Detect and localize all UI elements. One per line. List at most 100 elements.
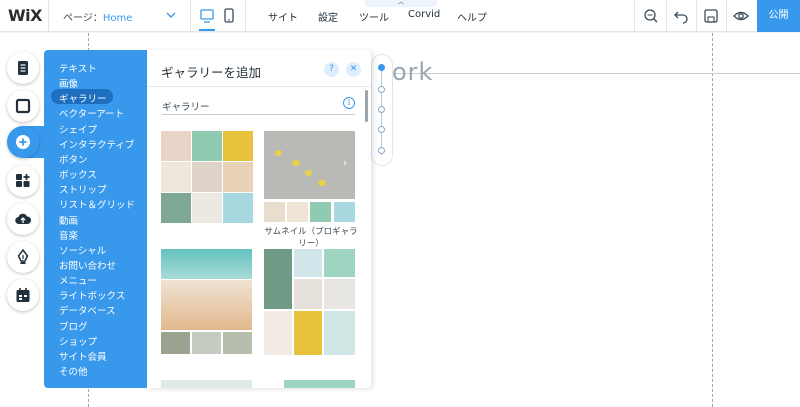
category-item[interactable]: 音楽 bbox=[59, 228, 78, 242]
category-item[interactable]: お問い合わせ bbox=[59, 258, 116, 272]
gallery-thumb bbox=[294, 311, 322, 355]
gallery-thumb bbox=[192, 131, 222, 161]
gallery-thumb bbox=[223, 131, 253, 161]
gallery-main-image bbox=[264, 131, 355, 199]
gallery-thumb bbox=[287, 202, 308, 222]
wix-logo: WiX bbox=[8, 6, 42, 25]
header-line bbox=[380, 73, 800, 74]
menu-help[interactable]: ヘルプ bbox=[457, 9, 487, 24]
menu-corvid[interactable]: Corvid bbox=[408, 9, 440, 20]
bookings-icon bbox=[16, 288, 30, 302]
add-icon bbox=[16, 135, 30, 149]
category-item[interactable]: ストリップ bbox=[59, 182, 107, 196]
category-item[interactable]: シェイプ bbox=[59, 122, 97, 136]
gallery-thumb bbox=[264, 311, 292, 355]
background-button[interactable] bbox=[7, 90, 39, 122]
app-market-icon bbox=[16, 174, 30, 187]
panel-divider bbox=[147, 86, 371, 87]
category-item[interactable]: ボックス bbox=[59, 167, 97, 181]
gallery-thumb bbox=[223, 162, 253, 192]
divider bbox=[634, 0, 635, 32]
divider bbox=[48, 0, 49, 32]
save-icon[interactable] bbox=[703, 8, 719, 24]
gallery-thumb bbox=[264, 202, 285, 222]
category-item[interactable]: ソーシャル bbox=[59, 243, 106, 257]
category-item[interactable]: サイト会員 bbox=[59, 349, 107, 363]
close-button[interactable]: ✕ bbox=[346, 62, 361, 77]
publish-button[interactable]: 公開 bbox=[757, 0, 800, 32]
chevron-up-icon: ︿ bbox=[397, 0, 404, 6]
page-heading-text[interactable]: ork bbox=[392, 58, 433, 86]
divider bbox=[726, 0, 727, 32]
category-item[interactable]: データベース bbox=[59, 303, 116, 317]
gallery-thumb bbox=[324, 249, 355, 277]
desktop-icon[interactable] bbox=[199, 7, 215, 25]
category-item[interactable]: 画像 bbox=[59, 76, 78, 90]
gallery-image-detail bbox=[275, 150, 282, 156]
gallery-thumb bbox=[294, 279, 322, 309]
blog-button[interactable] bbox=[7, 241, 39, 273]
upload-button[interactable] bbox=[7, 203, 39, 235]
menus-pages-button[interactable] bbox=[7, 52, 39, 84]
background-icon bbox=[15, 98, 31, 114]
grid-guide-right bbox=[712, 33, 713, 407]
gallery-thumb bbox=[192, 162, 222, 192]
section-label: ギャラリー bbox=[162, 102, 210, 113]
desktop-active-indicator bbox=[199, 29, 215, 31]
panel-scrollbar[interactable] bbox=[365, 90, 368, 122]
page-selector-value: Home bbox=[102, 13, 133, 24]
divider bbox=[190, 0, 191, 32]
category-item[interactable]: ショップ bbox=[59, 334, 97, 348]
gallery-preset-partial[interactable] bbox=[284, 380, 355, 388]
mobile-icon[interactable] bbox=[221, 7, 237, 25]
gallery-image-detail bbox=[305, 170, 312, 176]
bookings-button[interactable] bbox=[7, 279, 39, 311]
gallery-image-detail bbox=[318, 180, 326, 186]
chevron-down-icon[interactable] bbox=[164, 8, 178, 22]
expand-toggle[interactable]: ︿ bbox=[365, 0, 437, 7]
anchor-dot[interactable] bbox=[378, 106, 385, 113]
category-item[interactable]: ギャラリー bbox=[59, 91, 107, 105]
undo-icon[interactable] bbox=[673, 8, 689, 24]
divider bbox=[696, 0, 697, 32]
gallery-thumb bbox=[161, 332, 190, 354]
gallery-thumb bbox=[223, 332, 252, 354]
gallery-thumb bbox=[264, 249, 292, 309]
menu-settings[interactable]: 設定 bbox=[318, 9, 338, 24]
gallery-thumb bbox=[192, 193, 222, 223]
category-item[interactable]: ボタン bbox=[59, 152, 88, 166]
gallery-thumb bbox=[192, 332, 221, 354]
add-button[interactable] bbox=[7, 126, 39, 158]
zoom-icon[interactable] bbox=[643, 8, 659, 24]
gallery-thumb bbox=[324, 311, 355, 355]
category-item[interactable]: ライトボックス bbox=[59, 288, 125, 302]
gallery-thumb bbox=[334, 202, 355, 222]
gallery-preset-partial[interactable] bbox=[161, 380, 252, 388]
category-item[interactable]: リスト＆グリッド bbox=[59, 197, 135, 211]
preview-eye-icon[interactable] bbox=[733, 8, 749, 24]
divider bbox=[666, 0, 667, 32]
category-item[interactable]: インタラクティブ bbox=[59, 137, 134, 151]
anchor-dot[interactable] bbox=[378, 147, 385, 154]
category-item[interactable]: 動画 bbox=[59, 213, 78, 227]
chevron-right-icon: › bbox=[343, 158, 347, 169]
anchor-dot[interactable] bbox=[378, 126, 385, 133]
category-item[interactable]: ベクターアート bbox=[59, 106, 124, 120]
category-item[interactable]: その他 bbox=[59, 364, 88, 378]
category-item[interactable]: テキスト bbox=[59, 61, 97, 75]
anchor-dot[interactable] bbox=[378, 86, 385, 93]
help-button[interactable]: ? bbox=[324, 62, 339, 77]
menu-site[interactable]: サイト bbox=[268, 9, 298, 24]
gallery-thumb bbox=[161, 193, 191, 223]
category-item[interactable]: ブログ bbox=[59, 319, 88, 333]
menu-tools[interactable]: ツール bbox=[359, 9, 389, 24]
app-market-button[interactable] bbox=[7, 165, 39, 197]
page-selector[interactable]: ページ：Home bbox=[63, 9, 132, 24]
anchor-dot-active[interactable] bbox=[378, 64, 385, 71]
category-item[interactable]: メニュー bbox=[59, 273, 97, 287]
gallery-thumb bbox=[324, 279, 355, 309]
info-icon[interactable]: i bbox=[343, 97, 355, 109]
blog-pen-icon bbox=[17, 249, 29, 264]
gallery-thumb bbox=[294, 249, 322, 277]
panel-title: ギャラリーを追加 bbox=[161, 65, 262, 80]
